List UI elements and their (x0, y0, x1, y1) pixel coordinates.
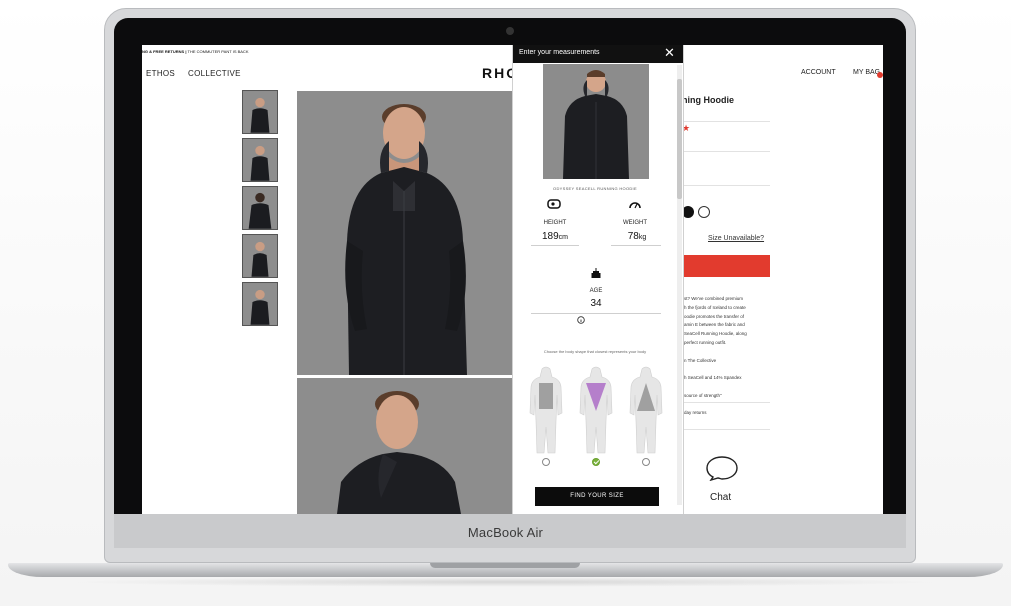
browser-screen: NG & FREE RETURNS | THE COMMUTER PANT IS… (142, 45, 883, 514)
height-value: 189 (541, 231, 559, 242)
body-shape-triangle[interactable] (629, 365, 663, 455)
body-shape-hint: Choose the body shape that closest repre… (543, 349, 647, 354)
divider (682, 429, 770, 430)
scrollbar-thumb[interactable] (677, 79, 682, 199)
info-icon[interactable] (577, 316, 585, 324)
desc-line: st? We've combined premium (684, 296, 744, 301)
thumbnail-3[interactable] (242, 186, 278, 230)
weight-unit: kg (638, 234, 647, 241)
age-label: AGE (589, 288, 603, 294)
cake-icon (591, 268, 601, 278)
age-input[interactable]: 34 (571, 298, 621, 309)
desc-line: amin E between the fabric and (684, 322, 745, 328)
height-label: HEIGHT (543, 220, 567, 226)
desc-line: h the fjords of Iceland to create (684, 304, 746, 310)
divider (682, 402, 770, 403)
age-value: 34 (590, 298, 602, 309)
radio-triangle[interactable] (642, 458, 650, 466)
modal-product-name: ODYSSEY SEACELL RUNNING HOODIE (553, 186, 637, 191)
body-shape-inverted-triangle[interactable] (579, 365, 613, 455)
thumbnail-1[interactable] (242, 90, 278, 134)
laptop-shadow (60, 577, 950, 587)
laptop-brand-label: MacBook Air (467, 525, 544, 540)
desc-line: perfect running outfit. (684, 339, 727, 345)
product-title: ning Hoodie (682, 95, 734, 105)
measurements-modal: Enter your measurements ✕ ODYSSEY SEACEL… (512, 45, 684, 514)
thumbnail-4[interactable] (242, 234, 278, 278)
divider (682, 121, 770, 122)
promo-banner: NG & FREE RETURNS | THE COMMUTER PANT IS… (142, 49, 248, 54)
divider (682, 151, 770, 152)
promo-bold: NG & FREE RETURNS | (142, 49, 187, 54)
height-input[interactable]: 189cm (530, 231, 580, 242)
nav-collective[interactable]: COLLECTIVE (188, 69, 241, 78)
radio-rectangle[interactable] (542, 458, 550, 466)
weight-value: 78 (627, 231, 639, 242)
modal-product-photo (543, 64, 649, 179)
weight-gauge-icon (629, 202, 641, 209)
body-shape-rectangle[interactable] (529, 365, 563, 455)
modal-scrollbar[interactable] (677, 65, 682, 505)
radio-inverted-triangle[interactable] (592, 458, 600, 466)
weight-input[interactable]: 78kg (612, 231, 662, 242)
modal-header: Enter your measurements ✕ (513, 45, 683, 63)
desc-line: day returns (684, 410, 707, 416)
desc-line: source of strength" (684, 392, 722, 398)
nav-ethos[interactable]: ETHOS (146, 69, 175, 78)
divider (682, 185, 770, 186)
weight-underline (611, 245, 661, 246)
account-link[interactable]: ACCOUNT (801, 69, 836, 76)
desc-line (684, 365, 774, 374)
desc-line (684, 348, 774, 357)
height-tape-icon (547, 199, 561, 209)
chat-icon[interactable] (705, 455, 739, 481)
desc-line (684, 383, 774, 392)
modal-title: Enter your measurements (519, 49, 600, 56)
desc-line: SeaCell Running Hoodie, along (684, 331, 747, 337)
camera-icon (506, 27, 514, 35)
thumbnail-5[interactable] (242, 282, 278, 326)
weight-label: WEIGHT (623, 220, 647, 226)
laptop-notch (430, 563, 580, 568)
size-unavailable-link[interactable]: Size Unavailable? (708, 235, 764, 242)
add-to-bag-button[interactable] (680, 255, 770, 277)
find-your-size-button[interactable]: FIND YOUR SIZE (535, 487, 659, 506)
product-photo-main (297, 91, 512, 375)
desc-line: n The Collective (684, 357, 717, 363)
bag-badge (877, 72, 883, 78)
color-swatch-selected[interactable] (698, 206, 710, 218)
product-photo-secondary (297, 378, 512, 514)
age-underline (531, 313, 661, 314)
chat-label[interactable]: Chat (710, 492, 731, 503)
close-icon[interactable]: ✕ (664, 46, 675, 60)
height-unit: cm (558, 234, 569, 241)
thumbnail-2[interactable] (242, 138, 278, 182)
product-description: st? We've combined premium h the fjords … (684, 295, 774, 418)
promo-text: THE COMMUTER PANT IS BACK (187, 49, 249, 54)
desc-line: oodie promotes the transfer of (684, 313, 745, 319)
desc-line: h SeaCell and 14% Spandex (684, 375, 742, 381)
height-underline (531, 245, 579, 246)
